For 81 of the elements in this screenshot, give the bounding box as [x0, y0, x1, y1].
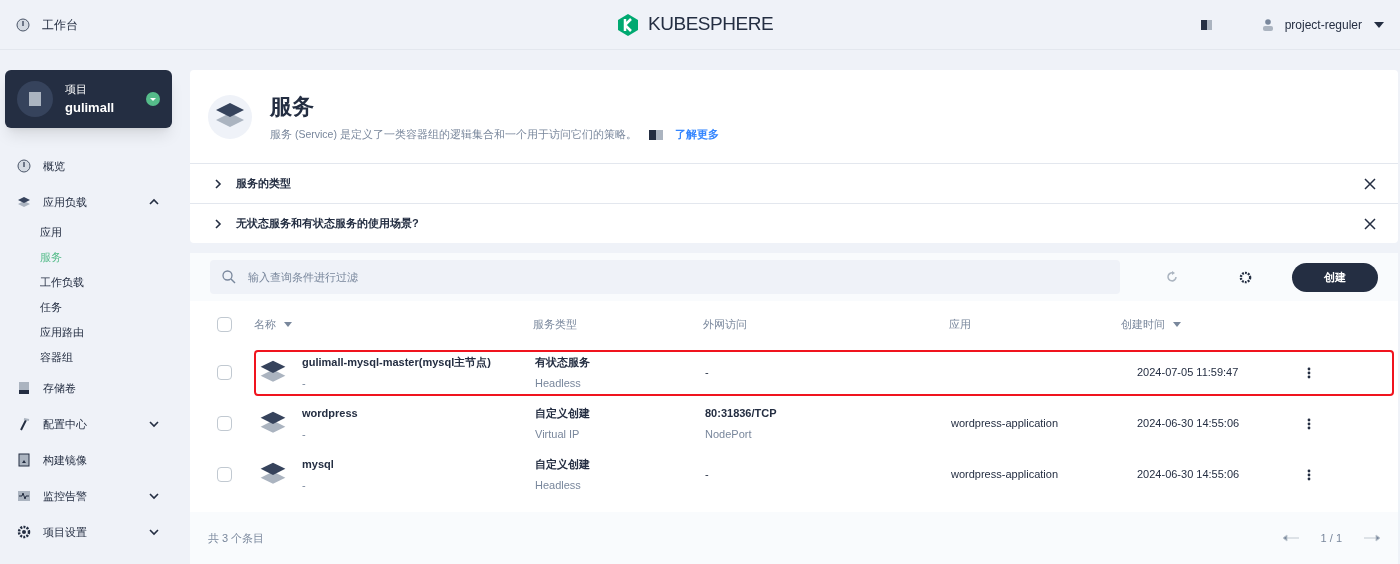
sidebar-subitem[interactable]: 任务: [5, 295, 172, 320]
sort-icon: [1173, 321, 1181, 327]
sidebar-item[interactable]: 构建镜像: [5, 442, 172, 478]
sidebar-subitem[interactable]: 应用: [5, 220, 172, 245]
more-icon[interactable]: [1307, 366, 1311, 379]
gauge-icon: [17, 159, 31, 173]
search-icon: [222, 270, 236, 284]
created-time: 2024-06-30 14:55:06: [1137, 467, 1241, 483]
service-alias: -: [302, 426, 307, 442]
service-subtype: Headless: [535, 375, 582, 391]
column-header[interactable]: 创建时间: [1121, 315, 1181, 333]
project-name: gulimall: [65, 98, 116, 117]
service-type: 自定义创建: [535, 457, 591, 472]
service-type: 有状态服务: [535, 355, 591, 370]
page-description: 服务 (Service) 是定义了一类容器组的逻辑集合和一个用于访问它们的策略。: [270, 127, 637, 143]
app-name: wordpress-application: [951, 468, 1058, 481]
settings-icon: [17, 525, 31, 539]
column-header[interactable]: 名称: [254, 315, 292, 333]
app-name: wordpress-application: [951, 417, 1058, 430]
more-icon[interactable]: [1307, 417, 1311, 430]
sidebar-subitem[interactable]: 应用路由: [5, 320, 172, 345]
sidebar-item[interactable]: 存储卷: [5, 370, 172, 406]
gauge-icon: [16, 17, 30, 32]
sidebar-subitem[interactable]: 工作负载: [5, 270, 172, 295]
service-name[interactable]: gulimall-mysql-master(mysql主节点): [302, 354, 491, 371]
caret-icon: [1374, 21, 1384, 28]
project-icon: [17, 81, 53, 117]
sidebar-item[interactable]: 项目设置: [5, 514, 172, 550]
logo-icon: [616, 12, 640, 37]
service-name[interactable]: mysql: [302, 456, 334, 473]
book-icon: [648, 130, 663, 140]
settings-icon[interactable]: [1239, 270, 1252, 284]
row-checkbox[interactable]: [216, 467, 232, 482]
workbench-link[interactable]: 工作台: [42, 15, 78, 34]
book-icon[interactable]: [1200, 19, 1213, 30]
sidebar-item[interactable]: 配置中心: [5, 406, 172, 442]
external-access: -: [705, 467, 710, 483]
column-header: 服务类型: [533, 316, 577, 332]
sidebar-item[interactable]: 应用负载: [5, 184, 172, 220]
service-alias: -: [302, 477, 307, 493]
close-icon[interactable]: [1364, 217, 1376, 230]
learn-more-link[interactable]: 了解更多: [674, 127, 719, 143]
project-selector[interactable]: 项目 gulimall: [5, 70, 172, 128]
layers-icon: [17, 195, 31, 209]
row-checkbox[interactable]: [216, 365, 232, 380]
column-header: 外网访问: [703, 316, 747, 332]
service-name[interactable]: wordpress: [302, 405, 358, 422]
disk-icon: [17, 381, 31, 395]
image-icon: [17, 453, 31, 467]
total-count: 共 3 个条目: [208, 530, 266, 546]
page-title: 服务: [270, 93, 315, 122]
tip-row[interactable]: 无状态服务和有状态服务的使用场景?: [190, 203, 1398, 243]
external-access: -: [705, 365, 710, 381]
project-label: 项目: [65, 82, 88, 97]
service-subtype: Virtual IP: [535, 426, 581, 442]
dropdown-icon: [146, 92, 160, 106]
column-header: 应用: [949, 316, 971, 332]
close-icon[interactable]: [1364, 177, 1376, 190]
service-subtype: Headless: [535, 477, 582, 493]
sidebar-item[interactable]: 概览: [5, 148, 172, 184]
service-type: 自定义创建: [535, 406, 591, 421]
service-alias: -: [302, 375, 307, 391]
pulse-icon: [17, 489, 31, 503]
hammer-icon: [17, 417, 31, 431]
select-all-checkbox[interactable]: [216, 316, 232, 332]
sidebar-subitem[interactable]: 容器组: [5, 345, 172, 370]
create-button[interactable]: 创建: [1292, 262, 1378, 292]
logo-text: KUBESPHERE: [648, 12, 774, 37]
row-checkbox[interactable]: [216, 416, 232, 431]
access-mode: NodePort: [705, 426, 753, 442]
sort-icon: [284, 321, 292, 327]
search-field[interactable]: 输入查询条件进行过滤: [210, 260, 1120, 294]
created-time: 2024-06-30 14:55:06: [1137, 416, 1241, 432]
sidebar-item[interactable]: 监控告警: [5, 478, 172, 514]
page-indicator: 1 / 1: [1320, 530, 1342, 546]
more-icon[interactable]: [1307, 468, 1311, 481]
tip-row[interactable]: 服务的类型: [190, 163, 1398, 203]
user-menu[interactable]: project-reguler: [1284, 15, 1362, 34]
external-access: 80:31836/TCP: [705, 406, 778, 421]
user-icon: [1262, 18, 1273, 31]
created-time: 2024-07-05 11:59:47: [1137, 365, 1240, 381]
